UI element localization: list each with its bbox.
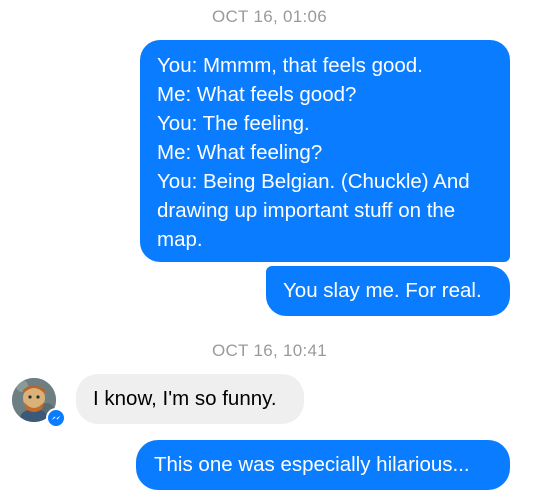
message-line: map. xyxy=(157,228,203,251)
message-line: drawing up important stuff on the xyxy=(157,199,456,222)
incoming-message-bubble[interactable]: I know, I'm so funny. xyxy=(76,374,304,424)
message-line: Me: What feels good? xyxy=(157,83,357,106)
message-line: You: Mmmm, that feels good. xyxy=(157,54,423,77)
outgoing-message-bubble[interactable]: This one was especially hilarious... xyxy=(136,440,510,490)
message-line: You: Being Belgian. (Chuckle) And xyxy=(157,170,470,193)
messenger-badge-icon xyxy=(46,408,66,428)
outgoing-message-bubble[interactable]: You slay me. For real. xyxy=(266,266,510,316)
message-line: You: The feeling. xyxy=(157,112,310,135)
message-line: Me: What feeling? xyxy=(157,141,323,164)
timestamp: OCT 16, 01:06 xyxy=(211,7,328,26)
timestamp: OCT 16, 10:41 xyxy=(211,341,328,360)
outgoing-message-bubble[interactable]: You: Mmmm, that feels good. Me: What fee… xyxy=(140,40,510,262)
